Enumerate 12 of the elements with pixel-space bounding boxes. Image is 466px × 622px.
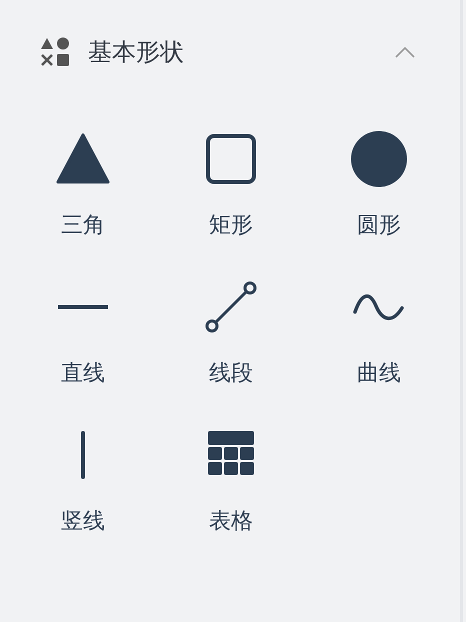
shapes-icon <box>40 37 70 67</box>
chevron-icon <box>394 46 416 58</box>
shape-item[interactable]: 圆形 <box>305 130 453 240</box>
shape-item[interactable]: 三角 <box>9 130 157 240</box>
shape-item[interactable]: 曲线 <box>305 278 453 388</box>
shape-item[interactable]: 直线 <box>9 278 157 388</box>
shape-item[interactable]: 线段 <box>157 278 305 388</box>
circle-icon <box>350 130 408 188</box>
shape-item[interactable]: 表格 <box>157 426 305 536</box>
section-title: 基本形状 <box>88 37 185 68</box>
shape-item[interactable]: 矩形 <box>157 130 305 240</box>
shape-item[interactable]: 竖线 <box>9 426 157 536</box>
